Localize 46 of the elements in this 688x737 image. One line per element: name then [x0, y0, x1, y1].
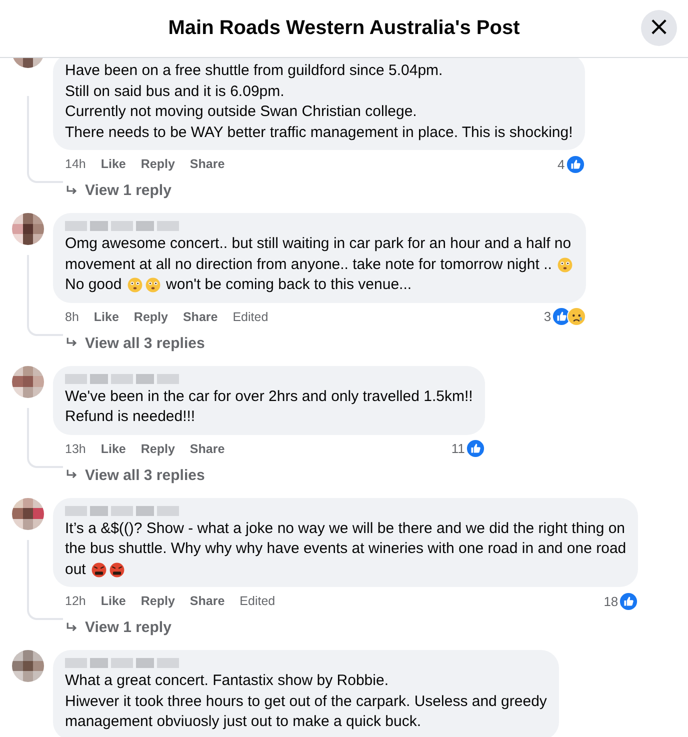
angry-face-icon [109, 562, 126, 578]
emoji-icon [557, 256, 574, 273]
comment-text: Have been on a free shuttle from guildford since 5.04pm. Still on said bus and it is 6.09pm. Currently not moving outside Swan Christian college. There needs to be WAY better traffic management in place. This is shocking! [65, 61, 573, 142]
comment-time[interactable]: 8h [65, 310, 79, 324]
edited-label: Edited [232, 310, 268, 324]
like-reaction-icon [466, 439, 485, 458]
avatar[interactable] [12, 366, 44, 398]
avatar[interactable] [12, 498, 44, 530]
comment-action-link[interactable]: Share [190, 594, 225, 608]
dialog-title: Main Roads Western Australia's Post [168, 17, 520, 40]
avatar[interactable] [12, 650, 44, 682]
comment-time[interactable]: 13h [65, 442, 86, 456]
comment-action-link[interactable]: Like [100, 157, 126, 171]
comment-text: It’s a &$(()? Show - what a joke no way we will be there and we did the right thing on the bus shuttle. Why why why have events at wineries with one road in and one road out [65, 518, 626, 580]
comment-action-link[interactable]: Share [190, 157, 225, 171]
avatar[interactable] [12, 213, 44, 245]
comment-time[interactable]: 12h [65, 594, 86, 608]
emoji-icon [126, 277, 143, 294]
close-button[interactable]: × [641, 10, 677, 46]
view-replies-link[interactable]: View 1 reply [53, 611, 638, 642]
comment-action-link[interactable]: Reply [140, 594, 175, 608]
comment-action-link[interactable]: Reply [134, 310, 168, 324]
comment-action-link[interactable]: Share [190, 442, 225, 456]
comment-action-link[interactable]: Like [100, 594, 126, 608]
comment-text: What a great concert. Fantastix show by Robbie. Hiwever it took three hours to get out of the carpark. Useless and greedy management obviuosly just out to make a quick buck. [65, 671, 547, 732]
edited-label: Edited [240, 594, 276, 608]
comment-text: We've been in the car for over 2hrs and only travelled 1.5km!! Refund is needed!!! [65, 386, 473, 427]
reaction-count[interactable]: 18 [604, 594, 618, 608]
angry-face-icon [91, 562, 108, 578]
comment-action-link[interactable]: Reply [140, 442, 175, 456]
view-replies-link[interactable]: View all 3 replies [53, 326, 586, 358]
sad-reaction-icon [567, 307, 586, 326]
comment-action-link[interactable]: Reply [140, 157, 175, 171]
reaction-count[interactable]: 4 [558, 156, 565, 172]
comment-action-link[interactable]: Like [100, 442, 126, 456]
like-reaction-icon [566, 154, 585, 174]
view-replies-link[interactable]: View 1 reply [53, 174, 585, 205]
like-reaction-icon [619, 592, 638, 610]
comment-action-link[interactable]: Share [182, 310, 218, 324]
reaction-count[interactable]: 3 [544, 309, 552, 324]
emoji-icon [144, 277, 161, 294]
comment-time[interactable]: 14h [65, 157, 86, 171]
view-replies-link[interactable]: View all 3 replies [53, 458, 485, 490]
reaction-count[interactable]: 11 [451, 441, 465, 456]
comment-action-link[interactable]: Like [94, 310, 119, 324]
comment-text: Omg awesome concert.. but still waiting in car park for an hour and a half no movement at all no direction from anyone.. take note for tomorrow night .. No good won't be coming back to this venue... [65, 234, 574, 296]
